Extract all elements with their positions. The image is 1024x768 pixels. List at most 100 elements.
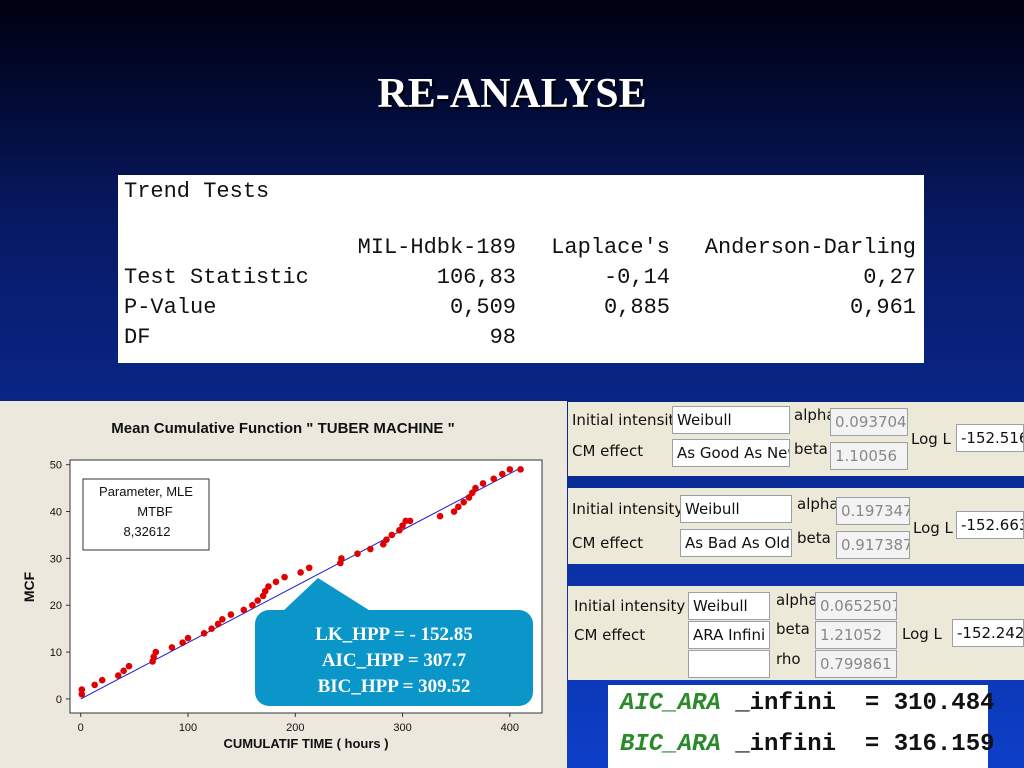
y-tick-label: 50 [50,460,62,472]
logl-field[interactable]: -152.516 [956,424,1024,452]
chart-title: Mean Cumulative Function " TUBER MACHINE… [111,420,454,437]
aic-ara-equals: = [864,690,880,717]
empty-field[interactable] [688,650,770,678]
legend-line: Parameter, MLE [99,484,193,499]
beta-field[interactable]: 1.10056 [830,442,908,470]
model-panel-abao: Initial intensity Weibull CM effect As B… [568,488,1024,564]
slide-title: RE-ANALYSE [377,71,647,117]
hpp-callout: LK_HPP = - 152.85 AIC_HPP = 307.7 BIC_HP… [255,610,533,706]
table-cell: -0,14 [603,265,670,290]
data-point [98,676,106,684]
alpha-label: alpha [797,495,839,513]
cm-effect-field[interactable]: As Bad As Old [680,529,792,557]
data-point [152,648,160,656]
logl-label: Log L [902,625,942,643]
intensity-field[interactable]: Weibull [672,406,790,434]
data-point [472,484,479,492]
logl-field[interactable]: -152.663 [956,511,1024,539]
y-tick-label: 40 [50,507,62,519]
data-point [455,503,462,511]
legend-line: 8,32612 [124,524,171,539]
beta-label: beta [776,620,810,638]
table-cell: 0,885 [603,295,670,320]
x-tick-label: 300 [393,722,411,734]
mcf-chart-panel: Mean Cumulative Function " TUBER MACHINE… [0,401,567,768]
column-header: MIL-Hdbk-189 [357,235,516,260]
logl-field[interactable]: -152.242 [952,619,1024,647]
data-point [490,475,498,483]
data-point [479,480,487,487]
data-point [305,564,313,572]
cm-effect-label: CM effect [572,442,644,460]
data-point [338,555,345,562]
callout-line: LK_HPP = - 152.85 [315,624,473,645]
intensity-field[interactable]: Weibull [688,592,770,620]
y-tick-label: 30 [50,553,62,565]
intensity-label: Initial intensity [574,597,686,615]
alpha-field[interactable]: 0.197347 [836,497,910,525]
model-panel-ara-infini: Initial intensity Weibull CM effect ARA … [568,586,1024,680]
data-point [281,573,288,581]
x-axis: 0 100 200 300 400 [78,713,519,734]
rho-field[interactable]: 0.799861 [815,650,897,678]
aic-ara-suffix: _infini [735,690,837,717]
legend-line: MTBF [137,504,172,519]
cm-effect-label: CM effect [574,626,646,644]
bic-ara-suffix: _infini [735,731,837,758]
data-point [460,498,467,506]
intensity-field[interactable]: Weibull [680,495,792,523]
data-point [517,466,524,473]
beta-label: beta [797,529,831,547]
column-header: Anderson-Darling [704,235,916,260]
data-point [249,601,256,609]
table-cell: 98 [489,325,516,350]
row-label: DF [124,325,151,350]
table-cell: 0,27 [863,265,916,290]
alpha-label: alpha [776,591,818,609]
row-label: P-Value [124,295,217,320]
trend-tests-title: Trend Tests [124,179,270,204]
bic-ara-equals: = [864,731,880,758]
data-point [240,606,248,614]
data-point [200,630,208,637]
alpha-field[interactable]: 0.0937043 [830,408,908,436]
y-tick-label: 0 [56,694,62,706]
bic-ara-line: BIC_ARA _infini = 316.159 [620,731,995,758]
table-cell: 106,83 [436,265,516,290]
bic-ara-name: BIC_ARA [620,731,721,758]
y-axis-label: MCF [21,571,37,602]
callout-line: AIC_HPP = 307.7 [321,650,467,671]
ara-results-panel: AIC_ARA _infini = 310.484 BIC_ARA _infin… [608,685,995,768]
data-point [354,550,361,558]
bic-ara-value: 316.159 [893,731,995,758]
data-point [227,611,235,618]
table-row: P-Value 0,509 0,885 0,961 [124,295,916,323]
aic-ara-name: AIC_ARA [620,690,721,717]
data-point [254,597,262,604]
beta-field[interactable]: 0.917387 [836,531,910,559]
x-tick-label: 200 [286,722,304,734]
column-header: Laplace's [551,235,670,260]
intensity-label: Initial intensity [572,500,684,518]
table-cell: 0,509 [449,295,516,320]
cm-effect-field[interactable]: ARA Infini [688,621,770,649]
data-point [208,625,215,632]
table-row: Test Statistic 106,83 -0,14 0,27 [124,265,916,293]
data-point [297,569,304,576]
data-point [125,662,133,670]
data-point [120,667,127,675]
y-tick-label: 20 [50,600,62,612]
alpha-field[interactable]: 0.0652507 [815,592,897,620]
data-point [506,466,514,473]
data-point [78,686,86,693]
data-point [499,470,506,478]
data-point [436,512,444,520]
rho-label: rho [776,650,801,668]
mcf-chart: Mean Cumulative Function " TUBER MACHINE… [21,420,543,751]
data-point [219,615,226,623]
beta-field[interactable]: 1.21052 [815,621,897,649]
data-point [114,672,122,679]
model-panel-agan: Initial intensity Weibull CM effect As G… [568,402,1024,476]
cm-effect-field[interactable]: As Good As New [672,439,790,467]
data-point [265,583,272,590]
